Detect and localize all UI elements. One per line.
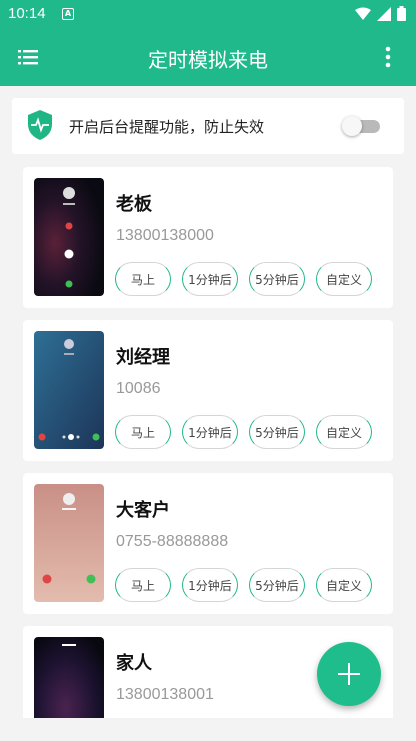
call-custom-button[interactable]: 自定义 <box>316 568 372 602</box>
system-icons <box>355 6 406 21</box>
background-reminder-notice: 开启后台提醒功能，防止失效 <box>12 98 404 154</box>
shield-icon <box>28 110 52 140</box>
call-5min-button[interactable]: 5分钟后 <box>249 262 305 296</box>
contact-number: 13800138000 <box>116 227 214 244</box>
contact-name: 刘经理 <box>116 347 170 368</box>
contact-list[interactable]: 老板 13800138000 马上 1分钟后 5分钟后 自定义 刘经理 1008… <box>23 167 393 718</box>
app-bar: 定时模拟来电 <box>0 28 416 86</box>
call-timing-buttons: 马上 1分钟后 5分钟后 自定义 <box>115 415 372 449</box>
signal-icon <box>377 6 391 21</box>
contact-number: 10086 <box>116 380 161 397</box>
contact-name: 大客户 <box>116 500 170 521</box>
call-screen-thumbnail <box>34 178 104 296</box>
call-screen-thumbnail <box>34 637 104 718</box>
call-now-button[interactable]: 马上 <box>115 415 171 449</box>
more-vert-icon[interactable] <box>378 46 398 68</box>
call-screen-thumbnail <box>34 484 104 602</box>
call-1min-button[interactable]: 1分钟后 <box>182 415 238 449</box>
status-time: 10:14 <box>8 5 46 22</box>
call-5min-button[interactable]: 5分钟后 <box>249 568 305 602</box>
call-now-button[interactable]: 马上 <box>115 262 171 296</box>
call-custom-button[interactable]: 自定义 <box>316 262 372 296</box>
call-5min-button[interactable]: 5分钟后 <box>249 415 305 449</box>
contact-card[interactable]: 刘经理 10086 马上 1分钟后 5分钟后 自定义 <box>23 320 393 461</box>
add-contact-button[interactable] <box>317 642 381 706</box>
page-title: 定时模拟来电 <box>148 48 268 72</box>
contact-name: 家人 <box>116 653 152 674</box>
contact-name: 老板 <box>116 194 152 215</box>
call-1min-button[interactable]: 1分钟后 <box>182 568 238 602</box>
battery-icon <box>397 6 406 21</box>
call-timing-buttons: 马上 1分钟后 5分钟后 自定义 <box>115 262 372 296</box>
contact-card[interactable]: 大客户 0755-88888888 马上 1分钟后 5分钟后 自定义 <box>23 473 393 614</box>
call-screen-thumbnail <box>34 331 104 449</box>
call-now-button[interactable]: 马上 <box>115 568 171 602</box>
background-reminder-toggle[interactable] <box>342 116 380 136</box>
contact-card[interactable]: 老板 13800138000 马上 1分钟后 5分钟后 自定义 <box>23 167 393 308</box>
status-bar: 10:14 A <box>0 0 416 28</box>
call-custom-button[interactable]: 自定义 <box>316 415 372 449</box>
call-timing-buttons: 马上 1分钟后 5分钟后 自定义 <box>115 568 372 602</box>
notification-a-icon: A <box>62 8 74 20</box>
contact-number: 0755-88888888 <box>116 533 229 550</box>
call-1min-button[interactable]: 1分钟后 <box>182 262 238 296</box>
contact-number: 13800138001 <box>116 686 214 703</box>
notice-text: 开启后台提醒功能，防止失效 <box>69 118 265 136</box>
toggle-thumb <box>342 116 362 136</box>
wifi-icon <box>355 7 371 20</box>
